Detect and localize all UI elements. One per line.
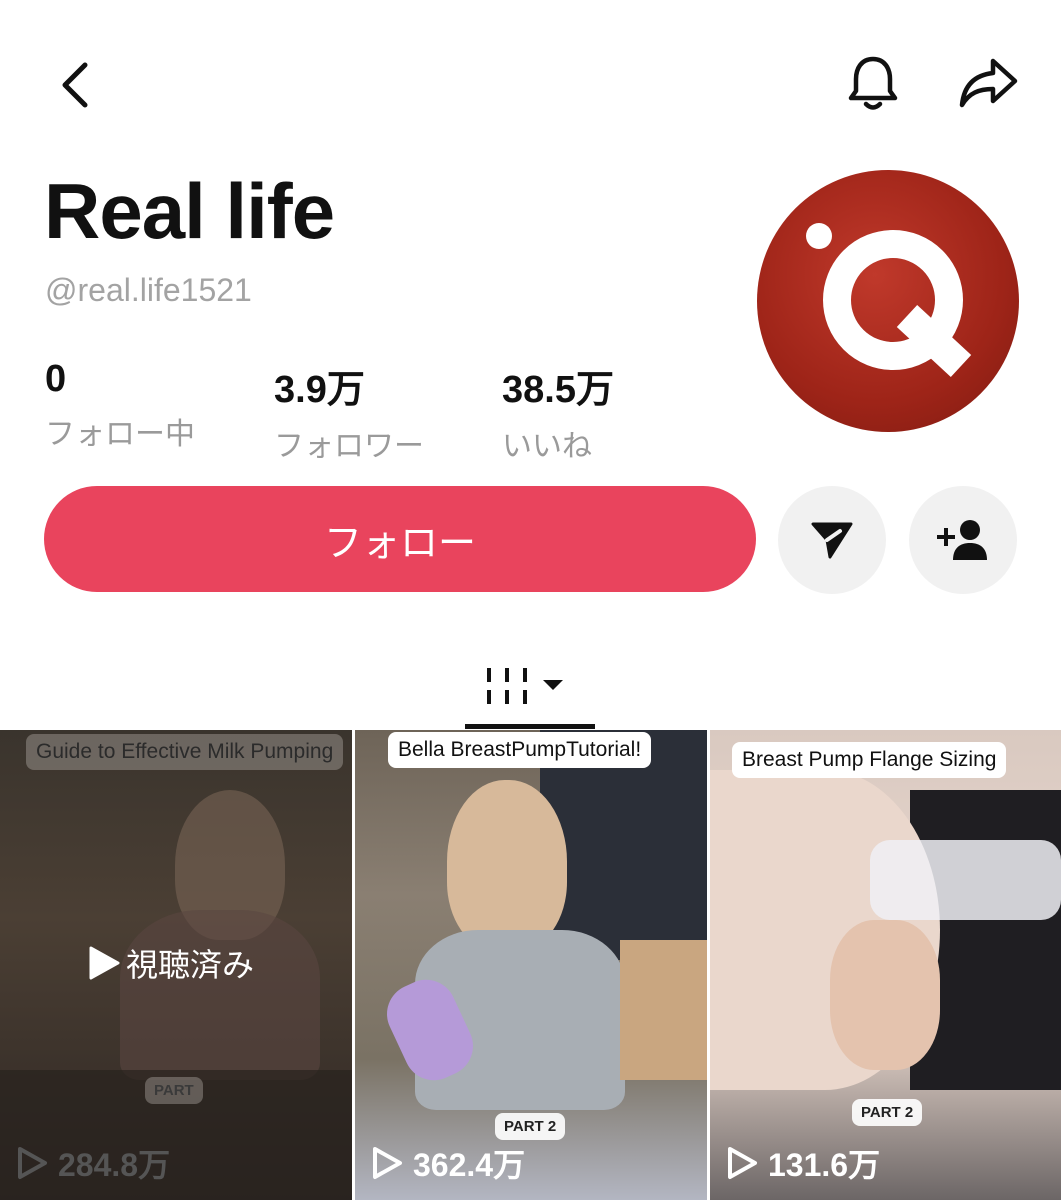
stat-label: フォロワー — [274, 429, 424, 464]
view-count-value: 131.6万 — [768, 1147, 881, 1183]
view-count: 284.8万 — [16, 1140, 170, 1186]
message-button[interactable] — [778, 486, 886, 594]
thumbnail-hand — [830, 920, 940, 1070]
q-logo-icon — [806, 223, 972, 378]
stat-value: 38.5万 — [502, 369, 614, 411]
video-thumbnail[interactable]: Guide to Effective Milk Pumping 視聴済み PAR… — [0, 730, 352, 1200]
video-caption: Breast Pump Flange Sizing — [732, 742, 1007, 778]
grid-icon — [487, 668, 563, 704]
tab-underline — [465, 724, 595, 729]
stat-label: いいね — [502, 429, 592, 464]
stat-label: フォロー中 — [45, 417, 195, 452]
part-badge: PART — [145, 1077, 203, 1104]
back-button[interactable] — [40, 50, 110, 120]
stat-value: 0 — [45, 358, 67, 400]
video-caption: Bella BreastPumpTutorial! — [388, 732, 652, 768]
stat-likes[interactable]: 38.5万 いいね — [502, 358, 614, 465]
caret-down-icon — [543, 680, 563, 690]
view-count: 131.6万 — [726, 1140, 880, 1186]
view-count: 362.4万 — [371, 1140, 525, 1186]
add-friend-button[interactable] — [909, 486, 1017, 594]
content-tabs — [0, 640, 1061, 730]
play-outline-icon — [18, 1147, 47, 1179]
tab-videos[interactable] — [465, 640, 595, 730]
thumbnail-figure — [120, 910, 320, 1080]
video-thumbnail[interactable]: Breast Pump Flange Sizing PART 2 131.6万 — [710, 730, 1061, 1200]
play-icon — [89, 946, 120, 980]
notifications-button[interactable] — [838, 48, 908, 118]
watched-label: 視聴済み — [88, 940, 254, 986]
bell-icon — [848, 56, 898, 110]
stat-followers[interactable]: 3.9万 フォロワー — [274, 358, 424, 465]
share-button[interactable] — [950, 48, 1025, 118]
watched-text: 視聴済み — [126, 946, 255, 984]
stat-value: 3.9万 — [274, 369, 365, 411]
video-caption: Guide to Effective Milk Pumping — [26, 734, 344, 770]
add-user-icon — [937, 520, 987, 560]
follow-button[interactable]: フォロー — [44, 486, 756, 592]
chevron-left-icon — [62, 62, 88, 108]
view-count-value: 362.4万 — [413, 1147, 526, 1183]
play-outline-icon — [728, 1147, 757, 1179]
video-grid: Guide to Effective Milk Pumping 視聴済み PAR… — [0, 730, 1061, 1200]
view-count-value: 284.8万 — [58, 1147, 171, 1183]
stat-following[interactable]: 0 フォロー中 — [45, 358, 195, 453]
top-bar — [0, 0, 1061, 170]
video-thumbnail[interactable]: Bella BreastPumpTutorial! PART 2 362.4万 — [355, 730, 707, 1200]
part-badge: PART 2 — [852, 1099, 923, 1126]
avatar[interactable] — [757, 170, 1019, 432]
send-icon — [811, 522, 853, 559]
part-badge: PART 2 — [495, 1113, 566, 1140]
thumbnail-figure — [447, 780, 567, 950]
profile-handle: @real.life1521 — [45, 272, 252, 308]
share-arrow-icon — [959, 58, 1017, 108]
profile-name: Real life — [44, 167, 335, 255]
thumbnail-chair — [620, 940, 707, 1080]
play-outline-icon — [373, 1147, 402, 1179]
thumbnail-pump — [870, 840, 1061, 920]
